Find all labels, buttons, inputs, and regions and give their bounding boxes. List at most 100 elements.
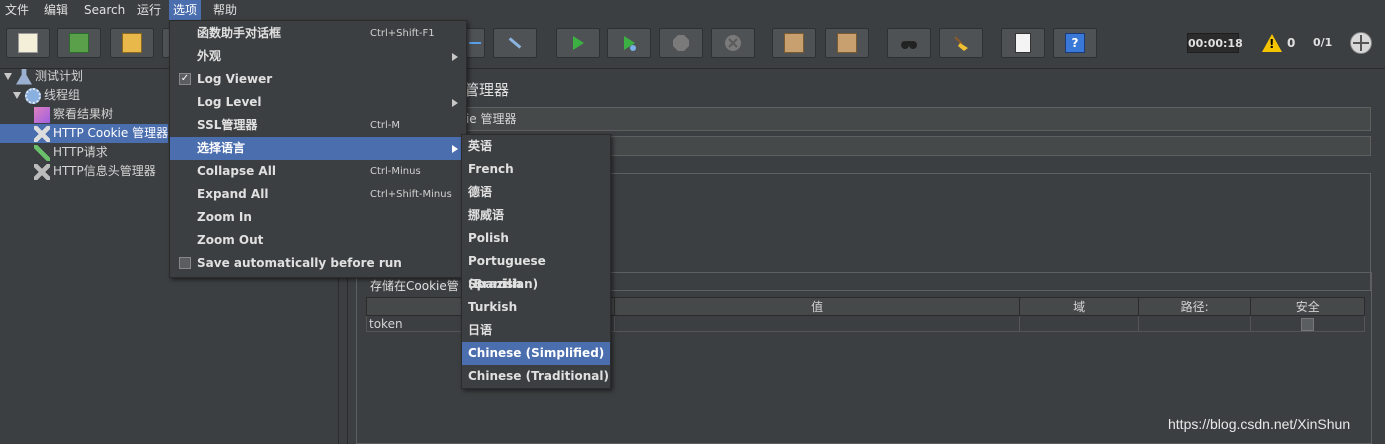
start-button[interactable]	[556, 28, 600, 58]
language-option-spanish[interactable]: Spanish	[462, 273, 610, 296]
menu-item-label: Log Level	[197, 95, 262, 109]
language-label: 德语	[468, 185, 493, 199]
tree-item-test-plan[interactable]: 测试计划	[4, 67, 83, 86]
tree-item-label: HTTP信息头管理器	[53, 164, 156, 178]
secure-checkbox[interactable]	[1301, 317, 1315, 331]
tree-item-label: 线程组	[44, 88, 81, 102]
help-book-icon: ?	[1065, 33, 1085, 53]
menu-item-collapse-all[interactable]: Collapse All Ctrl-Minus	[170, 160, 466, 183]
remote-globe-icon[interactable]	[1350, 32, 1372, 54]
language-option-german[interactable]: 德语	[462, 181, 610, 204]
menu-item-label: Zoom Out	[197, 233, 264, 247]
help-button[interactable]: ?	[1053, 28, 1097, 58]
language-option-chinese-simplified[interactable]: Chinese (Simplified)	[462, 342, 610, 365]
menu-item-label: Log Viewer	[197, 72, 273, 86]
function-helper-button[interactable]	[1001, 28, 1045, 58]
search-button[interactable]	[887, 28, 931, 58]
start-no-pause-button[interactable]	[607, 28, 651, 58]
submenu-arrow-icon	[452, 145, 458, 153]
minus-icon	[469, 42, 481, 44]
checkbox-unchecked-icon[interactable]	[179, 257, 191, 269]
language-label: Polish	[468, 231, 509, 245]
language-option-french[interactable]: French	[462, 158, 610, 181]
toggle-icon	[508, 37, 522, 49]
column-header-secure[interactable]: 安全	[1250, 297, 1365, 316]
checkbox-checked-icon[interactable]: ✓	[179, 73, 191, 85]
open-button[interactable]	[110, 28, 154, 58]
language-label: 日语	[468, 323, 493, 337]
clear-all-button[interactable]	[825, 28, 869, 58]
menu-item-save-before-run[interactable]: Save automatically before run	[170, 252, 466, 275]
menu-item-shortcut: Ctrl+Shift-Minus	[370, 189, 452, 200]
language-option-polish[interactable]: Polish	[462, 227, 610, 250]
menu-item-label: Save automatically before run	[197, 256, 402, 270]
name-field[interactable]: kie 管理器	[454, 107, 1371, 131]
language-option-english[interactable]: 英语	[462, 135, 610, 158]
reset-search-button[interactable]	[939, 28, 983, 58]
chart-icon	[34, 106, 50, 123]
language-option-chinese-traditional[interactable]: Chinese (Traditional)	[462, 365, 610, 388]
language-label: 英语	[468, 139, 493, 153]
menu-item-look-and-feel[interactable]: 外观	[170, 45, 466, 68]
column-header-path[interactable]: 路径:	[1137, 297, 1252, 316]
cookie-domain-cell[interactable]	[1019, 315, 1139, 332]
language-label: Chinese (Traditional)	[468, 369, 610, 383]
menu-item-shortcut: Ctrl+Shift-F1	[370, 28, 435, 39]
menu-edit[interactable]: 编辑	[40, 0, 72, 20]
tree-item-header-manager[interactable]: HTTP信息头管理器	[34, 162, 156, 181]
tree-item-cookie-manager[interactable]: HTTP Cookie 管理器	[0, 124, 168, 143]
language-label: Turkish	[468, 300, 518, 314]
tree-item-view-results[interactable]: 察看结果树	[34, 105, 113, 124]
menu-help[interactable]: 帮助	[209, 0, 241, 20]
menu-item-function-helper[interactable]: 函数助手对话框 Ctrl+Shift-F1	[170, 22, 466, 45]
templates-icon	[69, 33, 89, 53]
cookie-path-cell[interactable]	[1137, 315, 1252, 332]
stop-icon	[673, 35, 689, 51]
toggle-button[interactable]	[493, 28, 537, 58]
menu-item-zoom-out[interactable]: Zoom Out	[170, 229, 466, 252]
shutdown-button[interactable]	[711, 28, 755, 58]
language-option-turkish[interactable]: Turkish	[462, 296, 610, 319]
remove-button[interactable]	[465, 28, 485, 58]
column-header-domain[interactable]: 域	[1019, 297, 1139, 316]
menu-item-choose-language[interactable]: 选择语言	[170, 137, 466, 160]
menu-item-label: Collapse All	[197, 164, 276, 178]
column-header-value[interactable]: 值	[614, 297, 1021, 316]
page-title: 管理器	[464, 81, 510, 99]
tree-item-label: 测试计划	[35, 69, 84, 83]
cookie-value-cell[interactable]	[614, 315, 1021, 332]
wrench-icon	[34, 125, 50, 142]
expand-icon[interactable]	[4, 73, 12, 80]
menu-run[interactable]: 运行	[133, 0, 165, 20]
menu-file[interactable]: 文件	[1, 0, 33, 20]
cookie-secure-cell[interactable]	[1250, 315, 1365, 332]
menu-item-ssl-manager[interactable]: SSL管理器 Ctrl-M	[170, 114, 466, 137]
language-option-portuguese-brazilian[interactable]: Portuguese (Brazilian)	[462, 250, 610, 291]
language-option-norwegian[interactable]: 挪威语	[462, 204, 610, 227]
menu-bar: 文件 编辑 Search 运行 选项 帮助	[0, 0, 1385, 20]
active-threads: 0/1	[1313, 36, 1333, 49]
new-file-icon	[18, 33, 38, 53]
warning-icon[interactable]	[1262, 34, 1282, 52]
menu-item-zoom-in[interactable]: Zoom In	[170, 206, 466, 229]
elapsed-timer: 00:00:18	[1187, 33, 1243, 53]
menu-item-label: SSL管理器	[197, 118, 258, 132]
menu-item-label: Expand All	[197, 187, 269, 201]
menu-options[interactable]: 选项	[169, 0, 202, 20]
clear-button[interactable]	[772, 28, 816, 58]
tree-item-thread-group[interactable]: 线程组	[13, 86, 80, 105]
tree-item-http-request[interactable]: HTTP请求	[34, 143, 108, 162]
pipette-icon	[34, 144, 50, 161]
expand-icon[interactable]	[13, 92, 21, 99]
wrench-icon	[34, 163, 50, 180]
language-option-japanese[interactable]: 日语	[462, 319, 610, 342]
stop-button[interactable]	[659, 28, 703, 58]
menu-search[interactable]: Search	[80, 0, 129, 20]
menu-item-expand-all[interactable]: Expand All Ctrl+Shift-Minus	[170, 183, 466, 206]
new-button[interactable]	[6, 28, 50, 58]
menu-item-log-level[interactable]: Log Level	[170, 91, 466, 114]
templates-button[interactable]	[57, 28, 101, 58]
menu-item-label: 函数助手对话框	[197, 26, 282, 40]
play-icon	[573, 36, 584, 50]
menu-item-log-viewer[interactable]: ✓ Log Viewer	[170, 68, 466, 91]
